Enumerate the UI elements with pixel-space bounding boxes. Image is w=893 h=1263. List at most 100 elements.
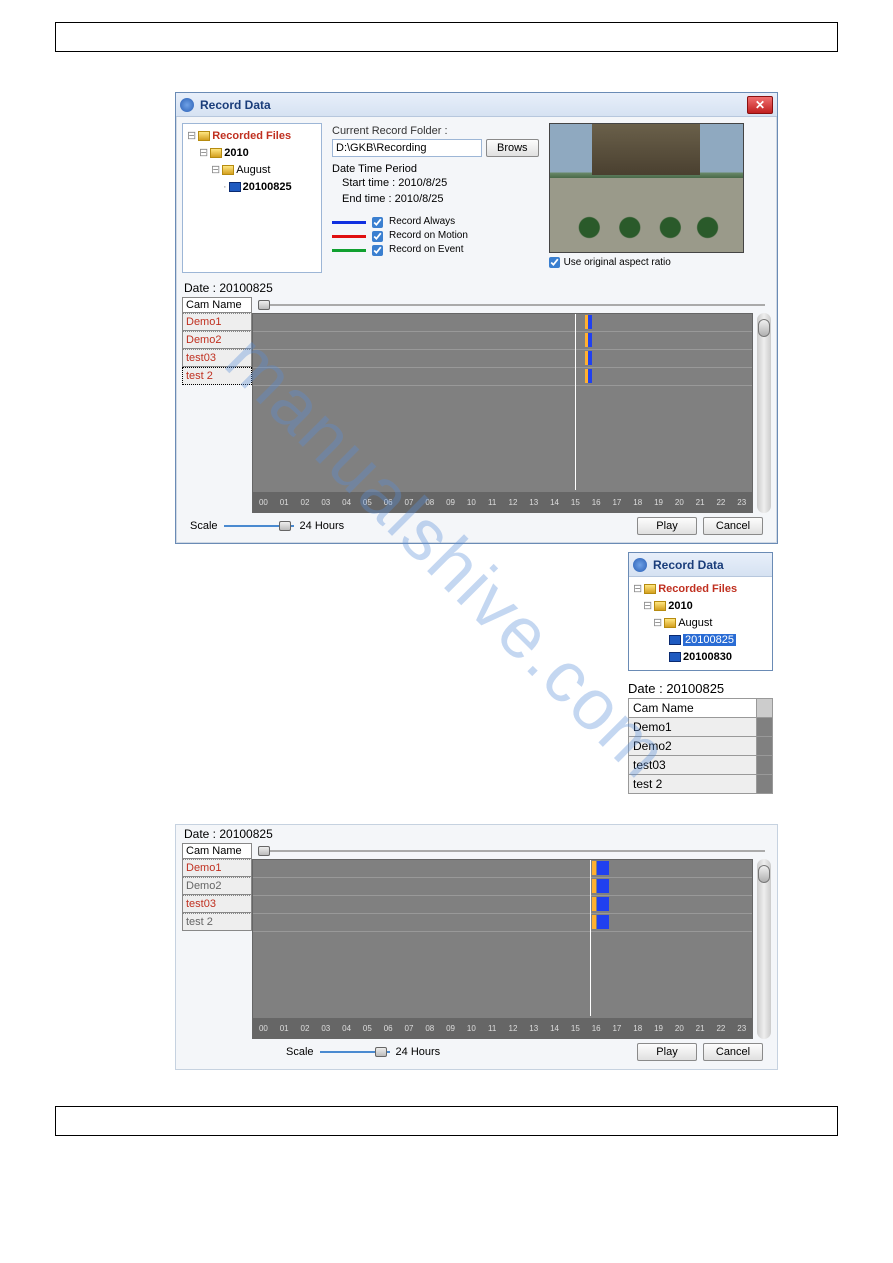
timeline-area[interactable]: 0001020304050607080910111213141516171819… xyxy=(252,313,753,513)
checkbox-event[interactable] xyxy=(372,245,383,256)
end-label: End time : xyxy=(342,193,392,205)
mini-cam-block: Date : 20100825 Cam Name Demo1 Demo2 tes… xyxy=(628,679,773,794)
slider-thumb[interactable] xyxy=(375,1047,387,1057)
scale-label: Scale xyxy=(286,1046,314,1058)
cam-row[interactable]: Demo1 xyxy=(182,859,252,877)
cam-row[interactable]: Demo1 xyxy=(182,313,252,331)
legend-event: Record on Event xyxy=(389,243,464,257)
end-value: 2010/8/25 xyxy=(395,193,444,205)
timeline-vscroll[interactable] xyxy=(757,859,771,1039)
date-label: Date : xyxy=(184,827,216,841)
cam-row[interactable]: test03 xyxy=(182,349,252,367)
cam-row[interactable]: test03 xyxy=(629,756,757,775)
cam-row[interactable]: Demo2 xyxy=(629,737,757,756)
legend-motion: Record on Motion xyxy=(389,229,468,243)
tree-month[interactable]: August xyxy=(236,164,270,176)
preview-image xyxy=(549,123,744,253)
start-label: Start time : xyxy=(342,177,395,189)
legend-swatch-blue xyxy=(332,221,366,224)
titlebar[interactable]: Record Data xyxy=(629,553,772,577)
camera-list: Demo1 Demo2 test03 test 2 xyxy=(182,313,252,513)
aspect-label: Use original aspect ratio xyxy=(564,257,671,268)
tree-root[interactable]: Recorded Files xyxy=(658,583,737,595)
folder-icon xyxy=(198,131,210,141)
timeline-top-slider[interactable] xyxy=(258,300,765,310)
tree-date[interactable]: 20100825 xyxy=(243,181,292,193)
folder-icon xyxy=(644,584,656,594)
film-icon xyxy=(229,182,241,192)
folder-icon xyxy=(210,148,222,158)
cam-row[interactable]: Demo1 xyxy=(629,718,757,737)
timeline-cursor[interactable] xyxy=(590,860,591,1016)
folder-icon xyxy=(654,601,666,611)
date-label: Date : xyxy=(184,281,216,295)
timeline-mark-always xyxy=(588,333,592,347)
vscroll-thumb[interactable] xyxy=(758,319,770,337)
cam-name-header: Cam Name xyxy=(182,843,252,859)
folder-period-pane: Current Record Folder : Brows Date Time … xyxy=(332,123,539,273)
timeline-cell xyxy=(757,718,773,737)
slider-thumb[interactable] xyxy=(279,521,291,531)
cam-row[interactable]: Demo2 xyxy=(182,877,252,895)
scale-slider[interactable] xyxy=(320,1047,390,1057)
cam-name-header: Cam Name xyxy=(629,699,757,718)
app-icon xyxy=(180,98,194,112)
folder-icon xyxy=(664,618,676,628)
timeline-mark-always xyxy=(588,315,592,329)
slider-thumb[interactable] xyxy=(258,846,270,856)
file-tree[interactable]: ⊟Recorded Files ⊟2010 ⊟August 20100825 2… xyxy=(629,577,772,670)
vscroll-thumb[interactable] xyxy=(758,865,770,883)
tree-year[interactable]: 2010 xyxy=(668,600,692,612)
tree-year[interactable]: 2010 xyxy=(224,147,248,159)
legend-always: Record Always xyxy=(389,215,455,229)
tree-month[interactable]: August xyxy=(678,617,712,629)
timeline-cell xyxy=(757,775,773,794)
record-data-window: Record Data ✕ ⊟Recorded Files ⊟2010 ⊟Aug… xyxy=(175,92,778,544)
scale-label: Scale xyxy=(190,520,218,532)
page-footer-frame xyxy=(55,1106,838,1136)
timeline-top-slider[interactable] xyxy=(258,846,765,856)
tree-date-selected[interactable]: 20100825 xyxy=(683,634,736,646)
timeline-ticks: 0001020304050607080910111213141516171819… xyxy=(253,1018,752,1038)
mini-record-data-window: Record Data ⊟Recorded Files ⊟2010 ⊟Augus… xyxy=(628,552,773,671)
timeline-mark-always xyxy=(597,861,609,875)
cam-row[interactable]: test 2 xyxy=(629,775,757,794)
mini-slider[interactable] xyxy=(757,699,773,718)
date-value: 20100825 xyxy=(219,281,272,295)
play-button[interactable]: Play xyxy=(637,1043,697,1061)
timeline-vscroll[interactable] xyxy=(757,313,771,513)
legend-swatch-green xyxy=(332,249,366,252)
cam-row[interactable]: test03 xyxy=(182,895,252,913)
timeline-mark-always xyxy=(597,897,609,911)
file-tree[interactable]: ⊟Recorded Files ⊟2010 ⊟August ·20100825 xyxy=(182,123,322,273)
timeline-cursor[interactable] xyxy=(575,314,576,490)
app-icon xyxy=(633,558,647,572)
cam-row[interactable]: test 2 xyxy=(182,367,252,385)
folder-path-input[interactable] xyxy=(332,139,482,157)
mini-cam-list: Cam Name Demo1 Demo2 test03 test 2 xyxy=(628,698,773,794)
timeline-mark-always xyxy=(588,351,592,365)
close-icon[interactable]: ✕ xyxy=(747,96,773,114)
checkbox-always[interactable] xyxy=(372,217,383,228)
browse-button[interactable]: Brows xyxy=(486,139,539,157)
cancel-button[interactable]: Cancel xyxy=(703,517,763,535)
tree-date[interactable]: 20100830 xyxy=(683,651,732,663)
cam-row[interactable]: test 2 xyxy=(182,913,252,931)
film-icon xyxy=(669,652,681,662)
play-button[interactable]: Play xyxy=(637,517,697,535)
slider-thumb[interactable] xyxy=(258,300,270,310)
titlebar[interactable]: Record Data ✕ xyxy=(176,93,777,117)
timeline-mark-event xyxy=(592,879,596,893)
preview-pane: Use original aspect ratio xyxy=(549,123,744,273)
timeline-area[interactable]: 0001020304050607080910111213141516171819… xyxy=(252,859,753,1039)
scale-slider[interactable] xyxy=(224,521,294,531)
cam-row[interactable]: Demo2 xyxy=(182,331,252,349)
timeline-mark-always xyxy=(588,369,592,383)
checkbox-motion[interactable] xyxy=(372,231,383,242)
scale-value: 24 Hours xyxy=(300,520,345,532)
cancel-button[interactable]: Cancel xyxy=(703,1043,763,1061)
start-value: 2010/8/25 xyxy=(398,177,447,189)
checkbox-aspect[interactable] xyxy=(549,257,560,268)
tree-root[interactable]: Recorded Files xyxy=(212,130,291,142)
period-heading: Date Time Period xyxy=(332,163,539,175)
